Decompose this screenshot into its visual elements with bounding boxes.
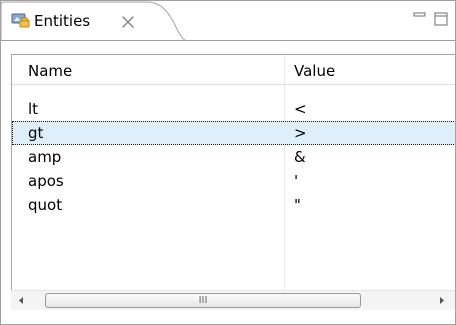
column-header-name[interactable]: Name bbox=[28, 62, 72, 80]
entities-view: Entities Name Value lt < gt > amp & apos… bbox=[0, 0, 456, 325]
table-row[interactable]: lt < bbox=[12, 97, 455, 121]
entity-name: lt bbox=[28, 100, 39, 118]
entity-value: & bbox=[294, 148, 306, 166]
column-header-value[interactable]: Value bbox=[294, 62, 335, 80]
tab-title: Entities bbox=[34, 12, 91, 30]
table-row-selected[interactable]: gt > bbox=[12, 121, 455, 145]
entities-table[interactable]: Name Value lt < gt > amp & apos ' quot " bbox=[11, 54, 455, 298]
table-row[interactable]: quot " bbox=[12, 193, 455, 217]
close-icon[interactable] bbox=[121, 14, 135, 29]
entity-name: quot bbox=[28, 196, 63, 214]
table-header: Name Value bbox=[12, 55, 455, 85]
entity-value: ' bbox=[294, 172, 299, 190]
entity-name: apos bbox=[28, 172, 64, 190]
table-row[interactable]: apos ' bbox=[12, 169, 455, 193]
entity-name: gt bbox=[28, 124, 44, 142]
entity-value: < bbox=[294, 100, 307, 118]
entity-name: amp bbox=[28, 148, 62, 166]
entity-value: > bbox=[294, 124, 307, 142]
scrollbar-thumb[interactable]: III bbox=[45, 293, 361, 308]
minimize-icon[interactable] bbox=[411, 9, 429, 27]
maximize-icon[interactable] bbox=[433, 9, 451, 27]
entities-icon bbox=[11, 11, 31, 29]
tab-entities[interactable]: Entities bbox=[1, 1, 185, 41]
scrollbar-grip: III bbox=[198, 295, 208, 306]
entity-value: " bbox=[294, 196, 301, 214]
table-row[interactable]: amp & bbox=[12, 145, 455, 169]
horizontal-scrollbar[interactable]: III bbox=[11, 290, 455, 310]
left-arrow-icon[interactable] bbox=[13, 291, 31, 310]
view-tab-bar: Entities bbox=[1, 1, 455, 41]
right-arrow-icon[interactable] bbox=[433, 291, 451, 310]
